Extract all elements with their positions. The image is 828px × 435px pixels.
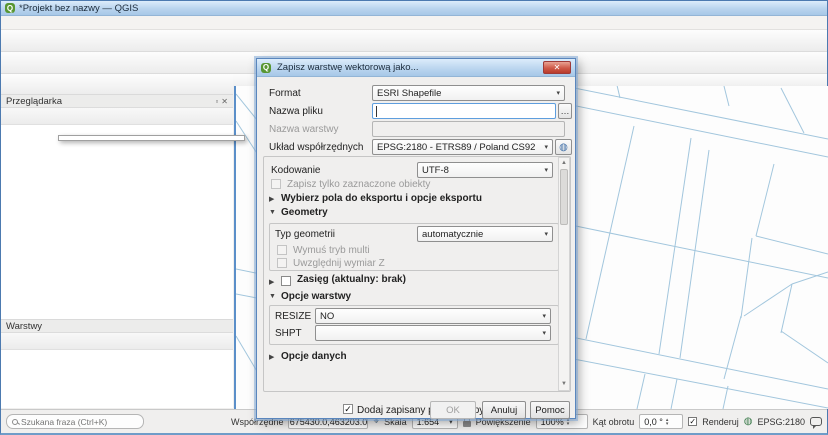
close-panel-icon[interactable]: ✕ xyxy=(221,97,228,106)
crs-label: Układ współrzędnych xyxy=(269,142,364,153)
browser-panel-title: Przeglądarka xyxy=(6,96,62,107)
locator-search-input[interactable] xyxy=(21,417,131,427)
include-z-label: Uwzględnij wymiar Z xyxy=(293,258,385,269)
layer-options-section-header[interactable]: Opcje warstwy xyxy=(281,291,351,302)
dialog-title: Zapisz warstwę wektorową jako... xyxy=(277,62,419,73)
filename-input[interactable] xyxy=(372,103,556,119)
section-expanded-icon: ▼ xyxy=(269,209,276,216)
ok-button: OK xyxy=(430,401,476,419)
layers-panel-header: Warstwy xyxy=(1,319,233,333)
extent-checkbox[interactable] xyxy=(281,276,291,286)
crs-globe-icon: ◍ xyxy=(559,142,568,153)
shpt-combo[interactable]: ▾ xyxy=(315,325,551,341)
browser-toolbar xyxy=(1,108,233,124)
chevron-down-icon: ▾ xyxy=(539,312,546,320)
force-multi-checkbox xyxy=(277,245,287,255)
layers-list xyxy=(1,349,233,408)
layers-toolbar xyxy=(1,333,233,349)
qgis-logo-icon: Q xyxy=(261,63,271,73)
fields-section-header[interactable]: Wybierz pola do eksportu i opcje eksport… xyxy=(281,193,482,204)
extent-section-header[interactable]: Zasięg (aktualny: brak) xyxy=(297,274,406,285)
qgis-window: Q *Projekt bez nazwy — QGIS xyxy=(0,0,828,435)
geomtype-combo[interactable]: automatycznie▾ xyxy=(417,226,553,242)
toolbar-plugins xyxy=(579,52,582,74)
dialog-scrollbar[interactable]: ▲ ▼ xyxy=(558,157,570,391)
resize-label: RESIZE xyxy=(275,311,311,322)
render-checkbox[interactable]: ✓ xyxy=(688,417,697,426)
layer-context-menu xyxy=(58,135,245,141)
qgis-logo-icon: Q xyxy=(5,3,15,13)
statusbar-crs[interactable]: EPSG:2180 xyxy=(757,417,805,427)
data-options-section-header[interactable]: Opcje danych xyxy=(281,351,347,362)
rotation-spinbox[interactable]: 0,0 °▴▾ xyxy=(639,414,683,429)
resize-combo[interactable]: NO▾ xyxy=(315,308,551,324)
layers-panel-title: Warstwy xyxy=(6,321,42,332)
search-icon xyxy=(12,419,18,425)
dialog-close-button[interactable]: ✕ xyxy=(543,61,571,74)
save-vector-dialog: Q Zapisz warstwę wektorową jako... ✕ For… xyxy=(256,58,576,419)
encoding-combo[interactable]: UTF-8▾ xyxy=(417,162,553,178)
encoding-label: Kodowanie xyxy=(271,165,320,176)
add-to-map-checkbox[interactable]: ✓ xyxy=(343,404,353,414)
filename-label: Nazwa pliku xyxy=(269,106,323,117)
scroll-up-icon[interactable]: ▲ xyxy=(561,158,567,169)
window-title: *Projekt bez nazwy — QGIS xyxy=(19,3,138,14)
crs-globe-icon[interactable]: ◍ xyxy=(744,416,753,427)
toolbar-selection xyxy=(1,74,233,96)
layers-panel: Warstwy xyxy=(1,319,233,409)
chevron-down-icon: ▾ xyxy=(541,143,548,151)
browser-panel-header: Przeglądarka ▫ ✕ xyxy=(1,94,233,108)
layername-label: Nazwa warstwy xyxy=(269,124,338,135)
statusbar-search[interactable] xyxy=(6,414,144,429)
geomtype-label: Typ geometrii xyxy=(275,229,335,240)
scroll-down-icon[interactable]: ▼ xyxy=(561,379,567,390)
messages-icon[interactable] xyxy=(810,417,822,426)
dialog-titlebar[interactable]: Q Zapisz warstwę wektorową jako... ✕ xyxy=(257,59,575,77)
section-collapsed-icon: ▶ xyxy=(269,353,274,361)
section-collapsed-icon: ▶ xyxy=(269,195,274,203)
force-multi-label: Wymuś tryb multi xyxy=(293,245,370,256)
save-selected-label: Zapisz tylko zaznaczone obiekty xyxy=(287,179,430,190)
toolbar-main xyxy=(1,30,827,52)
scale-lock-icon[interactable] xyxy=(463,421,471,427)
render-label: Renderuj xyxy=(702,417,739,427)
format-label: Format xyxy=(269,88,301,99)
cancel-button[interactable]: Anuluj xyxy=(482,401,526,419)
include-z-checkbox xyxy=(277,258,287,268)
rotation-label: Kąt obrotu xyxy=(593,417,635,427)
window-titlebar[interactable]: Q *Projekt bez nazwy — QGIS xyxy=(1,1,827,16)
geometry-section-header[interactable]: Geometry xyxy=(281,207,328,218)
chevron-down-icon: ▾ xyxy=(541,230,548,238)
help-button[interactable]: Pomoc xyxy=(530,401,570,419)
save-selected-checkbox xyxy=(271,179,281,189)
crs-combo[interactable]: EPSG:2180 - ETRS89 / Poland CS92▾ xyxy=(372,139,553,155)
layername-input xyxy=(372,121,565,137)
browse-file-button[interactable]: … xyxy=(558,103,572,119)
format-combo[interactable]: ESRI Shapefile▾ xyxy=(372,85,565,101)
spinner-arrows-icon[interactable]: ▴▾ xyxy=(666,418,669,426)
chevron-down-icon: ▾ xyxy=(553,89,560,97)
crs-picker-button[interactable]: ◍ xyxy=(555,139,572,155)
browser-tree xyxy=(1,124,233,319)
scrollbar-thumb[interactable] xyxy=(560,169,568,225)
shpt-label: SHPT xyxy=(275,328,302,339)
browser-panel: Przeglądarka ▫ ✕ xyxy=(1,94,233,319)
float-panel-icon[interactable]: ▫ xyxy=(215,97,218,106)
chevron-down-icon: ▾ xyxy=(539,329,546,337)
section-collapsed-icon: ▶ xyxy=(269,278,274,286)
chevron-down-icon: ▾ xyxy=(541,166,548,174)
menubar xyxy=(1,16,827,30)
section-expanded-icon: ▼ xyxy=(269,293,276,300)
text-caret xyxy=(376,106,377,117)
